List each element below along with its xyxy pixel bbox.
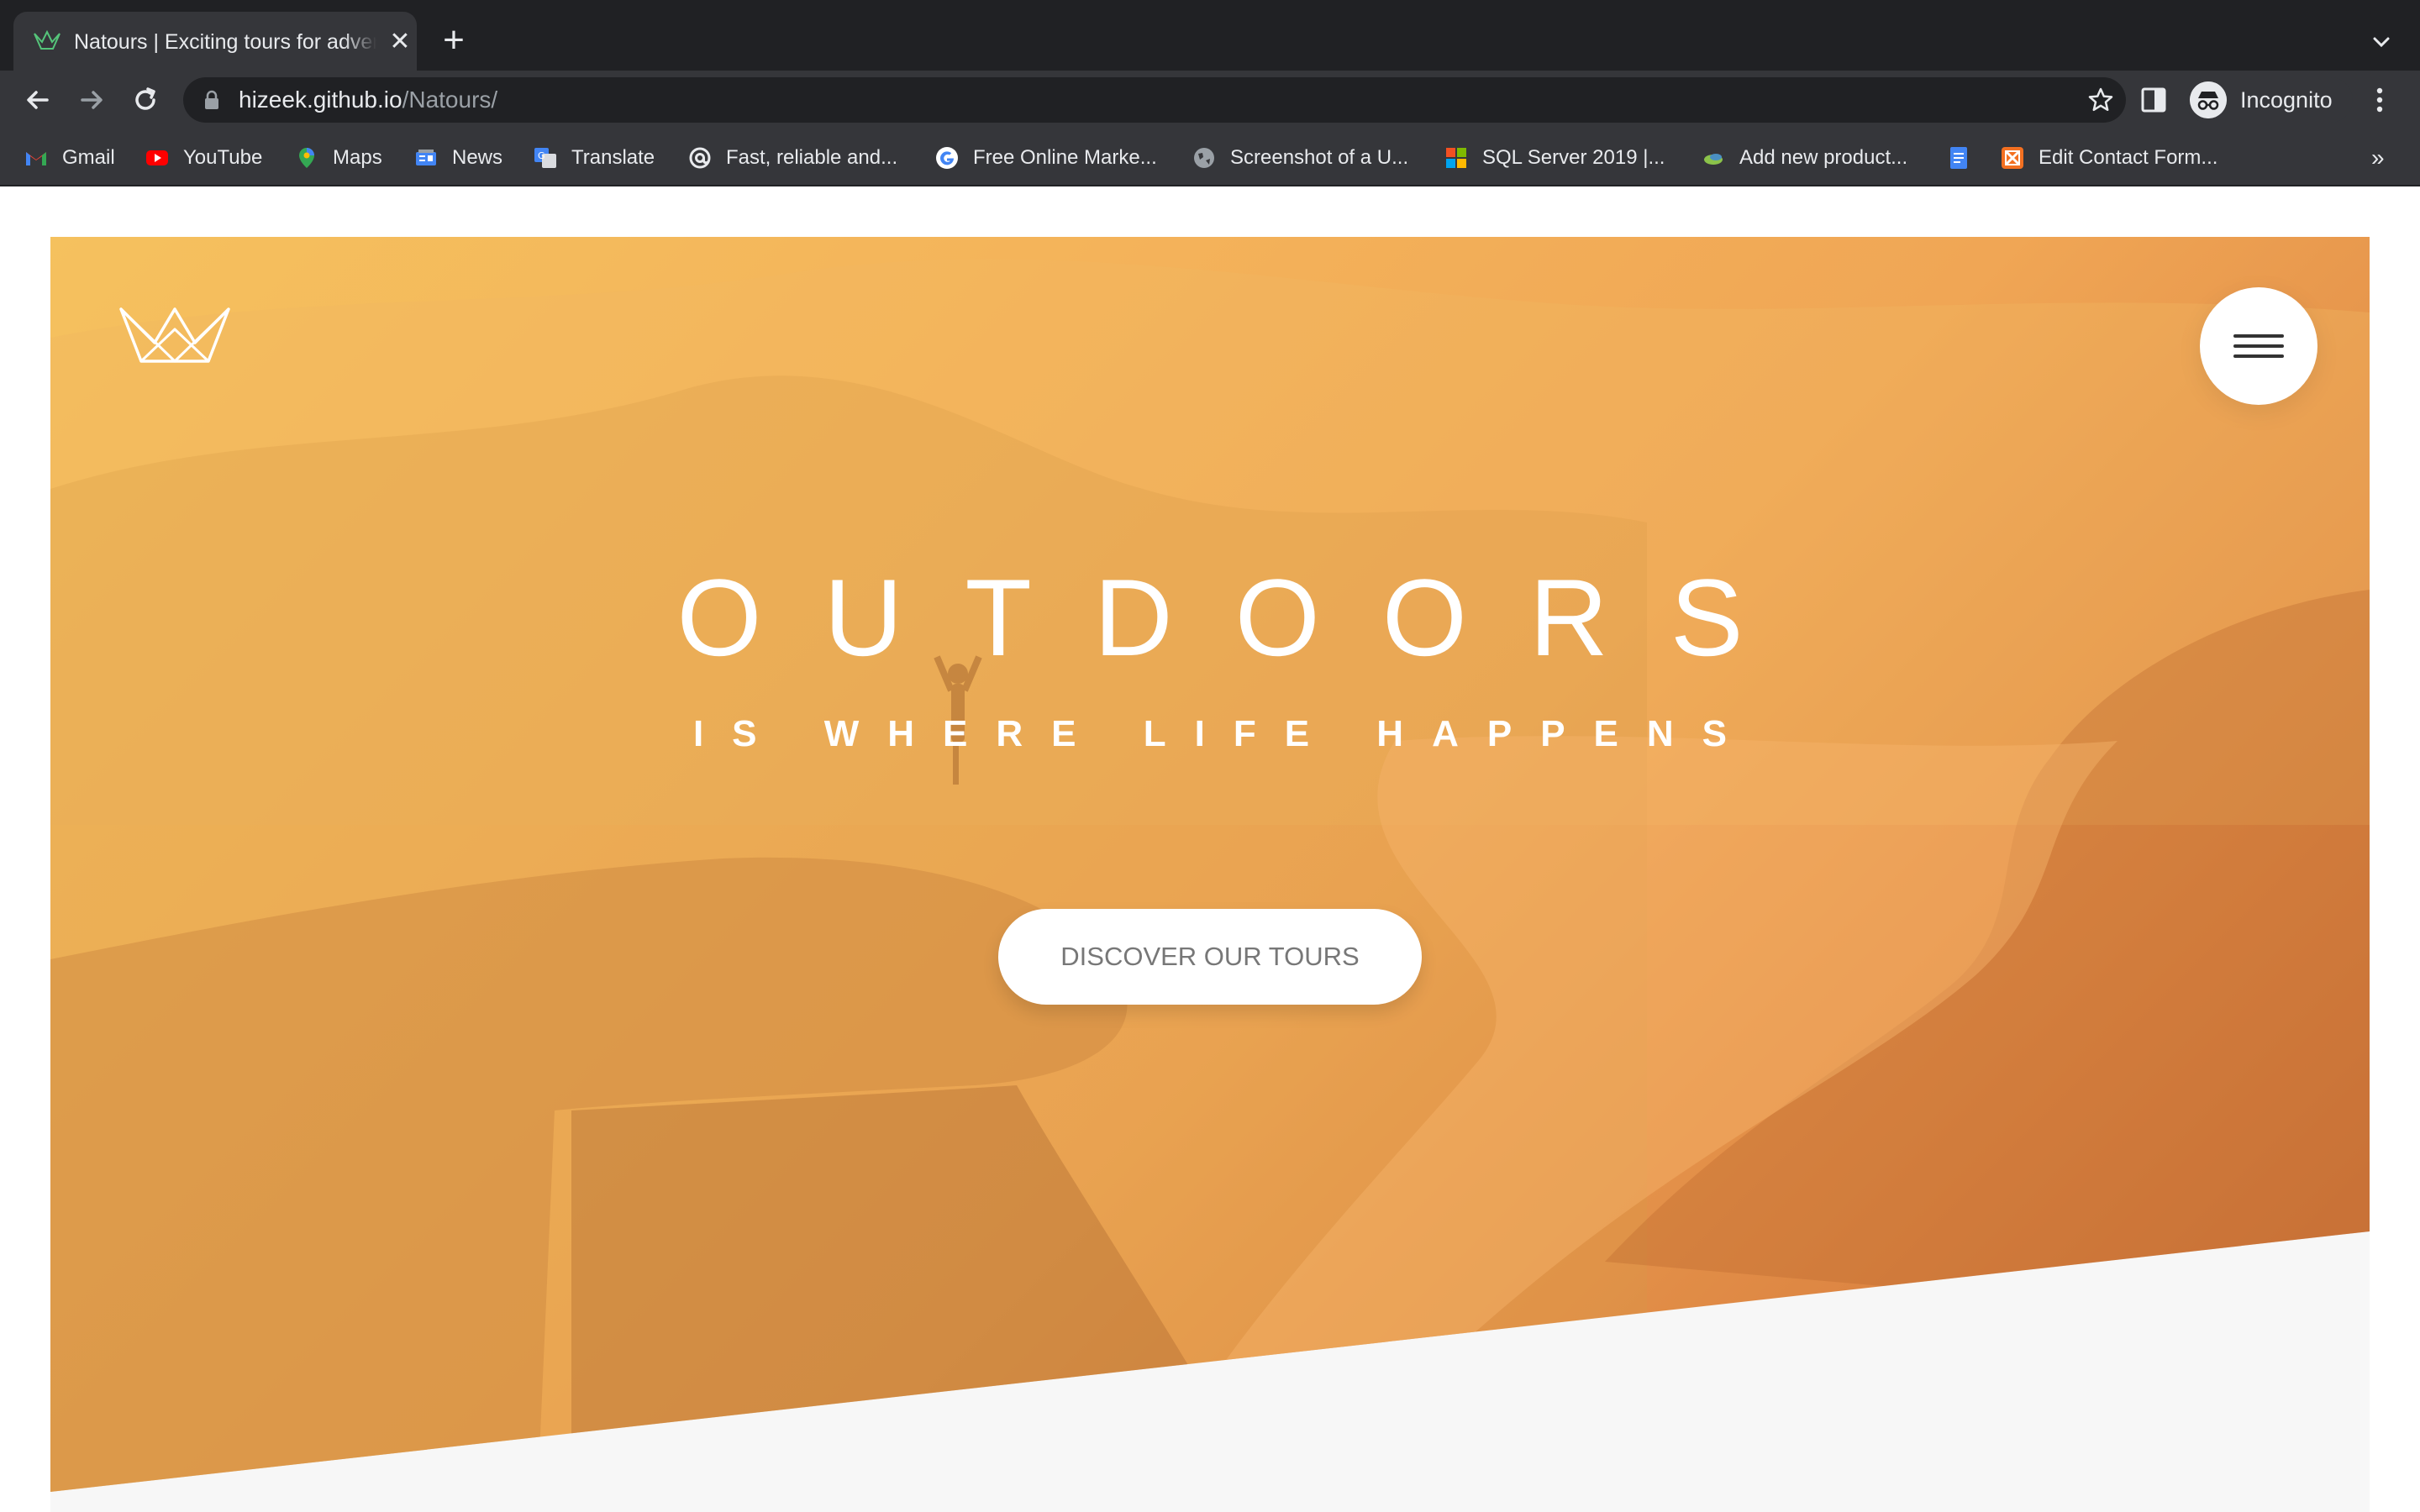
bookmark-maps[interactable]: Maps [294, 139, 382, 176]
reload-icon[interactable] [128, 82, 163, 118]
bookmark-add-new-product[interactable]: Add new product... [1701, 139, 1907, 176]
hero-heading-main: OUTDOORS [676, 556, 1806, 679]
bookmark-news[interactable]: News [413, 139, 502, 176]
tab-search-chevron-icon[interactable] [2366, 27, 2396, 57]
bookmark-free-online-marke[interactable]: Free Online Marke... [934, 139, 1157, 176]
back-arrow-icon[interactable] [20, 82, 55, 118]
url-path: /Natours/ [402, 87, 498, 113]
menu-line-icon [2233, 344, 2284, 348]
menu-line-icon [2233, 354, 2284, 358]
bookmarks-overflow-button[interactable]: » [2371, 139, 2385, 176]
incognito-label: Incognito [2240, 87, 2333, 113]
bookmark-edit-contact-form[interactable]: Edit Contact Form... [2000, 139, 2217, 176]
incognito-profile-button[interactable]: Incognito [2185, 77, 2353, 123]
translate-icon: G [534, 148, 556, 168]
bookmark-screenshot[interactable]: Screenshot of a U... [1192, 139, 1408, 176]
url-host: hizeek.github.io [239, 87, 402, 113]
side-panel-icon[interactable] [2139, 86, 2168, 114]
microsoft-icon [1446, 148, 1466, 168]
bookmark-star-icon[interactable] [2087, 87, 2114, 113]
crown-icon [34, 29, 60, 50]
maps-icon [299, 148, 314, 168]
discover-tours-button[interactable]: DISCOVER OUR TOURS [998, 909, 1422, 1005]
menu-button[interactable] [2200, 287, 2317, 405]
bookmark-fast-reliable[interactable]: Fast, reliable and... [687, 139, 897, 176]
lock-icon[interactable] [203, 90, 220, 110]
bookmark-sql-server[interactable]: SQL Server 2019 |... [1444, 139, 1665, 176]
docs-icon [1950, 147, 1967, 169]
browser-tab-natours[interactable]: Natours | Exciting tours for adventurous… [13, 12, 417, 71]
bookmark-docs[interactable] [1946, 139, 1985, 176]
natours-logo[interactable] [118, 304, 232, 365]
youtube-icon [146, 150, 168, 165]
browser-menu-icon[interactable] [2370, 82, 2390, 118]
form-icon [2002, 147, 2023, 169]
bookmark-translate[interactable]: G Translate [533, 139, 655, 176]
gmail-icon [26, 152, 46, 165]
menu-line-icon [2233, 334, 2284, 338]
bookmarks-bar: Gmail YouTube Maps News G Translate Fast… [0, 129, 2420, 186]
news-icon [416, 150, 436, 165]
address-bar[interactable]: hizeek.github.io/Natours/ [183, 77, 2126, 123]
url-text[interactable]: hizeek.github.io/Natours/ [239, 86, 497, 114]
bookmark-gmail[interactable]: Gmail [24, 139, 115, 176]
new-tab-button[interactable]: + [437, 22, 471, 59]
incognito-icon [2190, 81, 2227, 118]
page-viewport: OUTDOORS IS WHERE LIFE HAPPENS DISCOVER … [0, 186, 2420, 1512]
bird-icon [1704, 154, 1723, 165]
tab-strip: Natours | Exciting tours for adventurous… [0, 0, 2420, 71]
at-icon [689, 147, 711, 169]
browser-toolbar: hizeek.github.io/Natours/ Incognito [0, 71, 2420, 129]
hero-heading-sub: IS WHERE LIFE HAPPENS [692, 713, 1756, 754]
bookmark-youtube[interactable]: YouTube [145, 139, 262, 176]
tab-close-icon[interactable]: ✕ [388, 29, 412, 55]
tab-title: Natours | Exciting tours for adventurous… [74, 27, 376, 57]
forward-arrow-icon[interactable] [74, 82, 109, 118]
globe-icon [1194, 148, 1214, 168]
svg-text:G: G [538, 150, 545, 161]
google-icon [936, 147, 958, 169]
